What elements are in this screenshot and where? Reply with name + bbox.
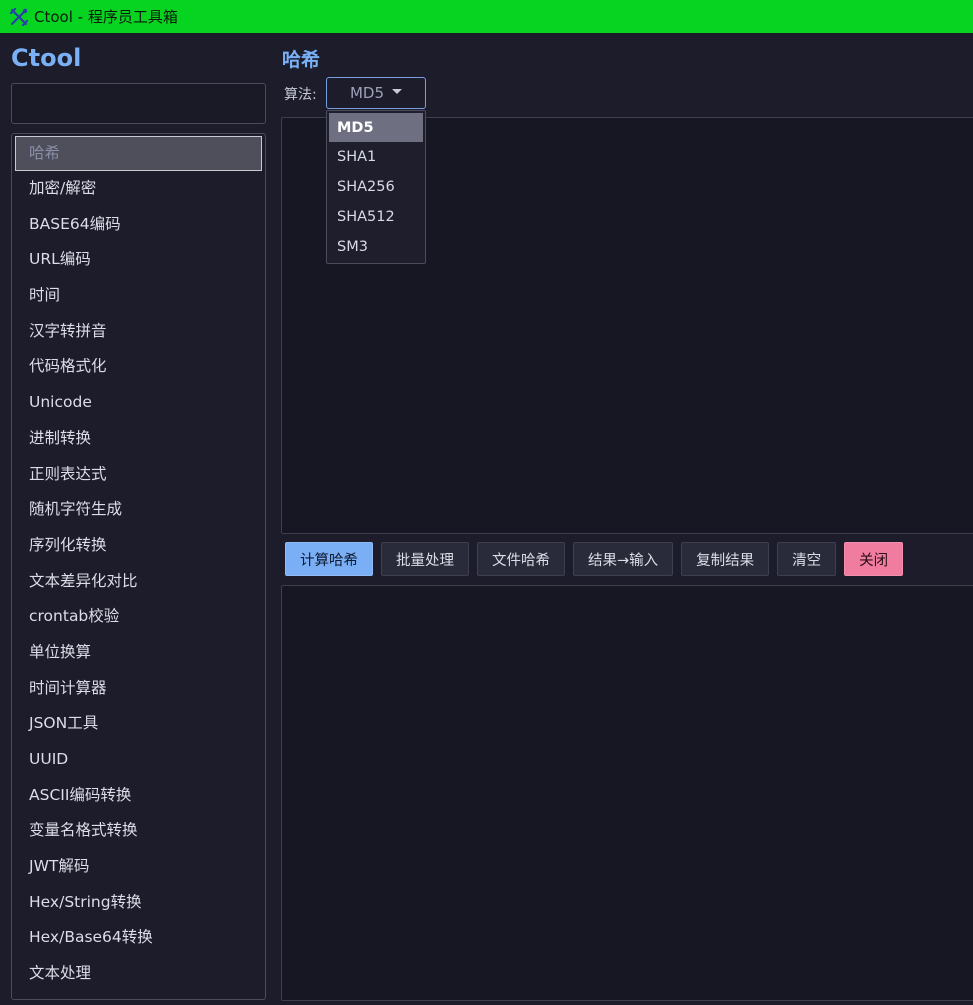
nav-item-variable-name[interactable]: 变量名格式转换 <box>12 813 265 849</box>
nav-item-text-process[interactable]: 文本处理 <box>12 956 265 992</box>
nav-item-pinyin[interactable]: 汉字转拼音 <box>12 314 265 350</box>
nav-item-text-diff[interactable]: 文本差异化对比 <box>12 564 265 600</box>
app-brand: Ctool <box>11 44 82 72</box>
nav-item-url-encode[interactable]: URL编码 <box>12 242 265 278</box>
hash-output-textarea[interactable] <box>281 585 973 1001</box>
nav-item-jwt[interactable]: JWT解码 <box>12 849 265 885</box>
algorithm-option-sha512[interactable]: SHA512 <box>327 202 425 232</box>
algorithm-option-sha1[interactable]: SHA1 <box>327 142 425 172</box>
tool-search-input[interactable] <box>11 83 266 124</box>
nav-item-time-calc[interactable]: 时间计算器 <box>12 671 265 707</box>
nav-item-hex-base64[interactable]: Hex/Base64转换 <box>12 920 265 956</box>
clear-button[interactable]: 清空 <box>777 542 837 576</box>
nav-item-time[interactable]: 时间 <box>12 278 265 314</box>
window-titlebar: Ctool - 程序员工具箱 <box>0 0 973 33</box>
tools-icon <box>9 7 29 26</box>
nav-item-hash[interactable]: 哈希 <box>15 136 262 171</box>
copy-result-button[interactable]: 复制结果 <box>681 542 770 576</box>
algorithm-select-value: MD5 <box>349 84 385 102</box>
tool-nav-list: 哈希 加密/解密 BASE64编码 URL编码 时间 汉字转拼音 代码格式化 U… <box>11 133 266 1000</box>
window-title: Ctool - 程序员工具箱 <box>34 8 178 26</box>
nav-item-code-format[interactable]: 代码格式化 <box>12 349 265 385</box>
nav-item-unicode[interactable]: Unicode <box>12 385 265 421</box>
action-toolbar: 计算哈希 批量处理 文件哈希 结果→输入 复制结果 清空 关闭 <box>285 542 904 576</box>
sidebar: Ctool 哈希 加密/解密 BASE64编码 URL编码 时间 汉字转拼音 代… <box>0 33 274 1005</box>
main-panel: 哈希 算法: MD5 MD5 SHA1 SHA256 SHA512 SM3 计算… <box>274 33 973 1005</box>
nav-item-uuid[interactable]: UUID <box>12 742 265 778</box>
page-title: 哈希 <box>282 49 321 71</box>
nav-item-hex-string[interactable]: Hex/String转换 <box>12 885 265 921</box>
file-hash-button[interactable]: 文件哈希 <box>477 542 565 576</box>
nav-item-base64[interactable]: BASE64编码 <box>12 207 265 243</box>
nav-item-radix[interactable]: 进制转换 <box>12 421 265 457</box>
nav-item-ascii[interactable]: ASCII编码转换 <box>12 778 265 814</box>
algorithm-option-md5[interactable]: MD5 <box>329 113 423 142</box>
algorithm-option-sm3[interactable]: SM3 <box>327 232 425 262</box>
caret-down-icon <box>392 89 403 94</box>
algorithm-dropdown-menu: MD5 SHA1 SHA256 SHA512 SM3 <box>326 110 426 264</box>
nav-item-encrypt-decrypt[interactable]: 加密/解密 <box>12 171 265 207</box>
compute-hash-button[interactable]: 计算哈希 <box>285 542 373 576</box>
nav-item-crontab[interactable]: crontab校验 <box>12 599 265 635</box>
nav-item-random-string[interactable]: 随机字符生成 <box>12 492 265 528</box>
result-to-input-button[interactable]: 结果→输入 <box>573 542 674 576</box>
nav-item-json[interactable]: JSON工具 <box>12 706 265 742</box>
nav-item-unit-convert[interactable]: 单位换算 <box>12 635 265 671</box>
nav-item-serialize[interactable]: 序列化转换 <box>12 528 265 564</box>
algorithm-option-sha256[interactable]: SHA256 <box>327 172 425 202</box>
nav-item-regex[interactable]: 正则表达式 <box>12 457 265 493</box>
close-button[interactable]: 关闭 <box>844 542 904 576</box>
algorithm-label: 算法: <box>284 87 317 103</box>
algorithm-select[interactable]: MD5 <box>326 77 426 109</box>
batch-process-button[interactable]: 批量处理 <box>381 542 469 576</box>
